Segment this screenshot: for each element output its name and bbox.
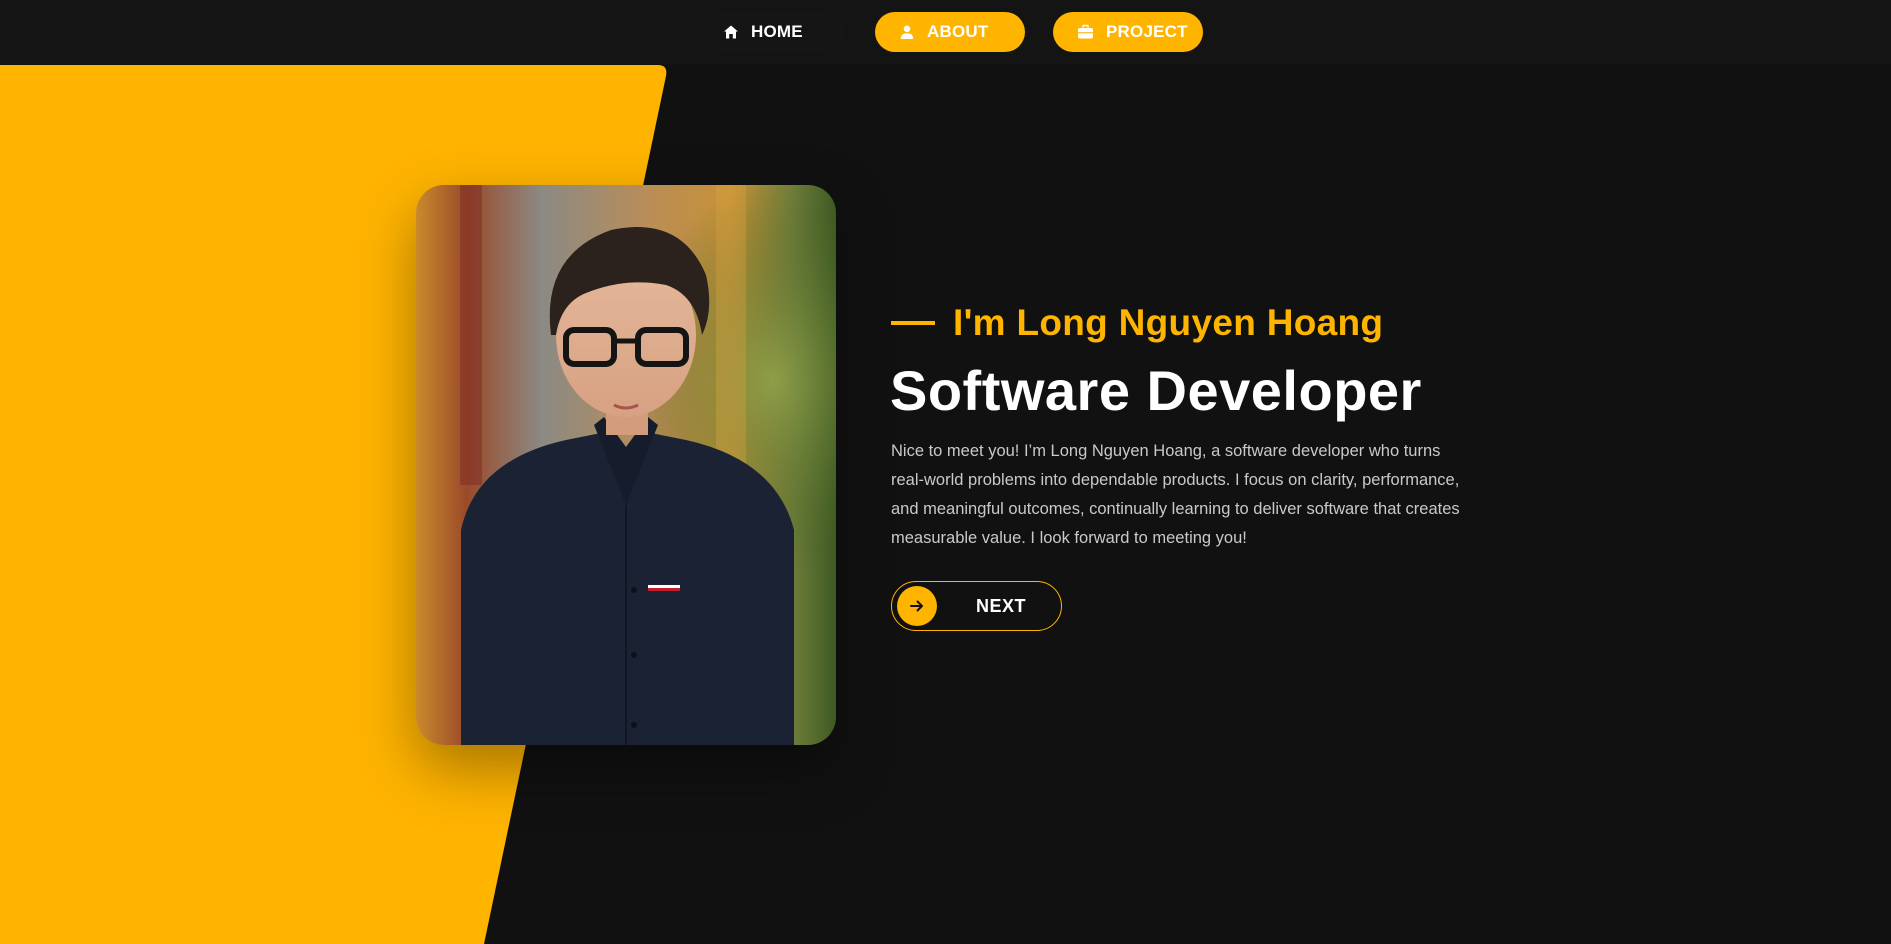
user-icon <box>899 24 915 40</box>
next-label: NEXT <box>976 596 1027 616</box>
intro-text: I'm Long Nguyen Hoang <box>953 302 1384 343</box>
intro-heading: I'm Long Nguyen Hoang <box>891 302 1383 344</box>
nav-project-button[interactable]: PROJECT <box>1053 12 1203 52</box>
intro-description: Nice to meet you! I’m Long Nguyen Hoang,… <box>891 442 1460 547</box>
nav-home-button[interactable]: HOME <box>699 12 845 52</box>
page-title: Software Developer <box>890 359 1422 422</box>
briefcase-icon <box>1077 24 1094 40</box>
accent-line <box>891 321 935 325</box>
nav-project-label: PROJECT <box>1106 22 1188 41</box>
home-icon <box>723 24 739 40</box>
profile-photo <box>416 185 836 745</box>
page: HOME ABOUT PROJECT I'm Long Nguyen Hoang… <box>0 0 1891 944</box>
nav-about-button[interactable]: ABOUT <box>875 12 1025 52</box>
nav-about-label: ABOUT <box>927 22 989 41</box>
nav-home-label: HOME <box>751 22 803 41</box>
arrow-right-icon <box>897 586 937 626</box>
next-button[interactable]: NEXT <box>891 581 1062 631</box>
